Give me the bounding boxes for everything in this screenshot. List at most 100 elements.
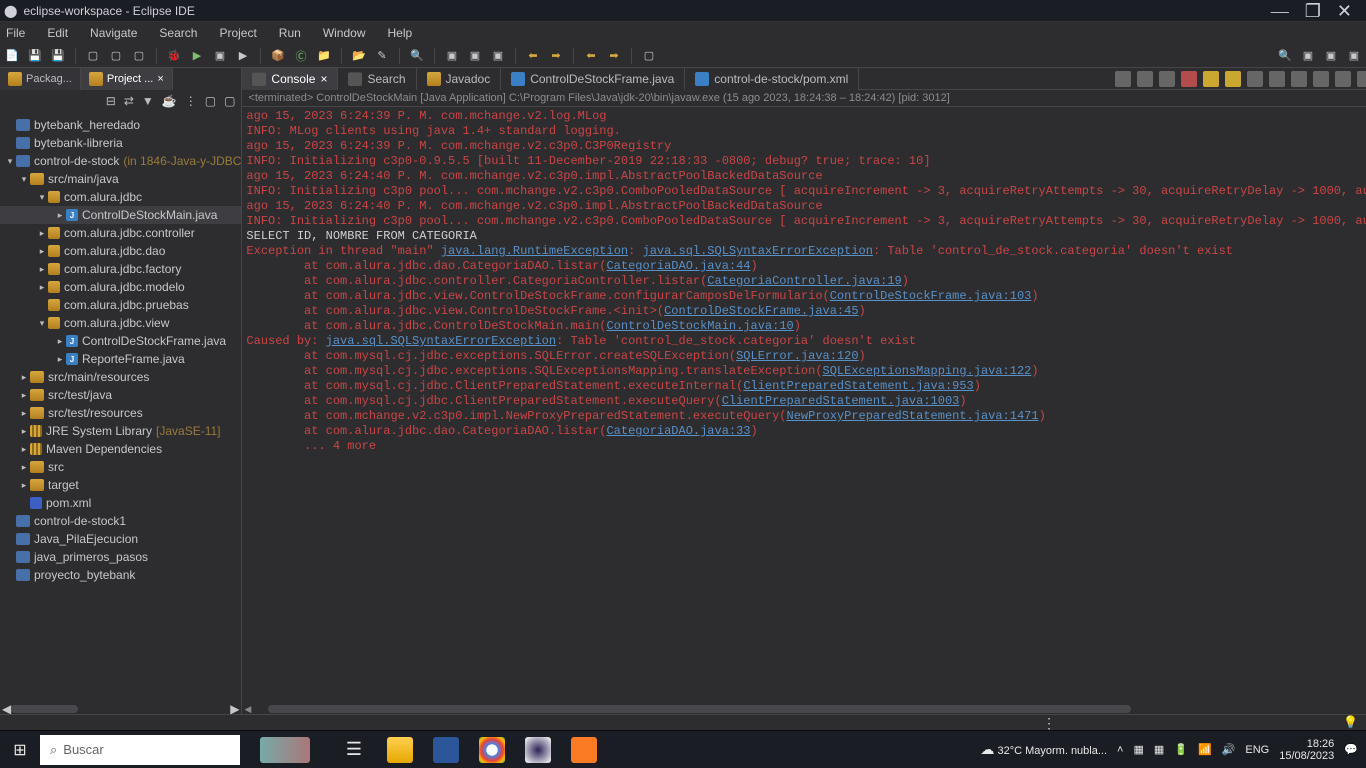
source-folder[interactable]: ▸src/test/java (0, 386, 241, 404)
status-dots-icon[interactable]: ⋮ (1042, 715, 1056, 732)
tab-search[interactable]: Search (338, 68, 416, 90)
open-task-icon[interactable]: ✎ (374, 48, 390, 64)
toggle-icon[interactable]: ▣ (444, 48, 460, 64)
ext-run-icon[interactable]: ▶ (235, 48, 251, 64)
display-icon[interactable] (1137, 71, 1153, 87)
tree-scrollbar[interactable]: ◀▶ (0, 704, 241, 714)
new-icon[interactable]: 📄 (4, 48, 20, 64)
chrome-icon[interactable] (470, 735, 514, 765)
start-button[interactable]: ⊞ (0, 740, 40, 760)
toggle-icon[interactable]: ▣ (490, 48, 506, 64)
new-console-icon[interactable] (1313, 71, 1329, 87)
close-icon[interactable]: × (157, 73, 163, 85)
menu-navigate[interactable]: Navigate (90, 26, 137, 40)
project-node[interactable]: control-de-stock1 (0, 512, 241, 530)
minimize-view-icon[interactable]: ▢ (224, 94, 235, 108)
exception-link[interactable]: java.sql.SQLSyntaxErrorException (326, 334, 556, 348)
persp-java-icon[interactable]: ▣ (1300, 48, 1316, 64)
package-node[interactable]: ▸com.alura.jdbc.controller (0, 224, 241, 242)
wifi-icon[interactable]: 📶 (1198, 743, 1212, 756)
maximize-icon[interactable] (1357, 71, 1366, 87)
tips-icon[interactable]: 💡 (1343, 715, 1358, 729)
tab-project-explorer[interactable]: Project ... × (81, 68, 173, 90)
tab-package-explorer[interactable]: Packag... (0, 68, 81, 90)
search-icon[interactable]: 🔍 (409, 48, 425, 64)
weather-widget[interactable]: ☁ 32°C Mayorm. nubla... (980, 741, 1107, 758)
project-tree[interactable]: bytebank_heredado bytebank-libreria ▾con… (0, 112, 241, 704)
exception-link[interactable]: java.sql.SQLSyntaxErrorException (643, 244, 873, 258)
xampp-icon[interactable] (562, 735, 606, 765)
taskview-icon[interactable] (240, 735, 330, 765)
library-node[interactable]: ▸JRE System Library[JavaSE-11] (0, 422, 241, 440)
source-folder[interactable]: ▾src/main/java (0, 170, 241, 188)
package-node[interactable]: ▸com.alura.jdbc.factory (0, 260, 241, 278)
open-console-icon[interactable] (1291, 71, 1307, 87)
folder-node[interactable]: ▸src (0, 458, 241, 476)
debug-icon[interactable]: 🐞 (166, 48, 182, 64)
new-pkg-icon[interactable]: 📦 (270, 48, 286, 64)
tool-icon[interactable]: ▢ (108, 48, 124, 64)
project-node[interactable]: proyecto_bytebank (0, 566, 241, 584)
project-node[interactable]: bytebank-libreria (0, 134, 241, 152)
tab-close-icon[interactable]: × (320, 72, 327, 86)
java-file-node[interactable]: ▸ControlDeStockMain.java (0, 206, 241, 224)
maximize-view-icon[interactable]: ▢ (205, 94, 216, 108)
pin-icon[interactable] (1115, 71, 1131, 87)
menu-run[interactable]: Run (279, 26, 301, 40)
maximize-button[interactable]: ❐ (1305, 4, 1321, 18)
source-link[interactable]: CategoriaController.java:19 (707, 274, 901, 288)
remove-launch-icon[interactable] (1203, 71, 1219, 87)
task-view-button[interactable]: ☰ (332, 735, 376, 765)
source-link[interactable]: CategoriaDAO.java:33 (606, 424, 750, 438)
run-icon[interactable]: ▶ (189, 48, 205, 64)
forward-icon[interactable]: ➡ (548, 48, 564, 64)
toggle-icon[interactable]: ▣ (467, 48, 483, 64)
tab-file[interactable]: ControlDeStockFrame.java (501, 68, 685, 90)
link-editor-icon[interactable]: ⇄ (124, 94, 134, 108)
source-link[interactable]: SQLError.java:120 (736, 349, 858, 363)
open-persp-icon[interactable]: ▣ (1346, 48, 1362, 64)
menu-project[interactable]: Project (219, 26, 256, 40)
package-node[interactable]: ▾com.alura.jdbc.view (0, 314, 241, 332)
language-indicator[interactable]: ENG (1245, 744, 1269, 756)
new-class-icon[interactable]: Ⓒ (293, 48, 309, 64)
menu-search[interactable]: Search (159, 26, 197, 40)
scroll-lock-icon[interactable] (1159, 71, 1175, 87)
cup-icon[interactable]: ☕ (162, 94, 177, 108)
tray-icon[interactable]: ▦ (1154, 743, 1164, 756)
eclipse-icon[interactable] (516, 735, 560, 765)
source-folder[interactable]: ▸src/main/resources (0, 368, 241, 386)
clock[interactable]: 18:2615/08/2023 (1279, 738, 1334, 762)
back-icon[interactable]: ⬅ (525, 48, 541, 64)
tab-javadoc[interactable]: Javadoc (417, 68, 502, 90)
source-link[interactable]: ClientPreparedStatement.java:1003 (722, 394, 960, 408)
source-link[interactable]: ControlDeStockMain.java:10 (606, 319, 793, 333)
menu-edit[interactable]: Edit (47, 26, 68, 40)
project-node[interactable]: ▾control-de-stock(in 1846-Java-y-JDBC (0, 152, 241, 170)
project-node[interactable]: Java_PilaEjecucion (0, 530, 241, 548)
exception-link[interactable]: java.lang.RuntimeException (441, 244, 628, 258)
package-node[interactable]: ▸com.alura.jdbc.modelo (0, 278, 241, 296)
save-all-icon[interactable]: 💾 (50, 48, 66, 64)
taskbar-search[interactable]: ⌕ Buscar (40, 735, 240, 765)
console-scrollbar[interactable]: ◀▶ (242, 704, 1366, 714)
clear-icon[interactable] (1247, 71, 1263, 87)
tray-chevron-icon[interactable]: ˄ (1117, 744, 1123, 756)
source-folder[interactable]: ▸src/test/resources (0, 404, 241, 422)
box-icon[interactable]: ▢ (641, 48, 657, 64)
wrap-icon[interactable] (1269, 71, 1285, 87)
tab-console[interactable]: Console × (242, 68, 338, 90)
java-file-node[interactable]: ▸ControlDeStockFrame.java (0, 332, 241, 350)
source-link[interactable]: ControlDeStockFrame.java:45 (664, 304, 858, 318)
java-file-node[interactable]: ▸ReporteFrame.java (0, 350, 241, 368)
source-link[interactable]: CategoriaDAO.java:44 (606, 259, 750, 273)
new-folder-icon[interactable]: 📁 (316, 48, 332, 64)
console-output[interactable]: ago 15, 2023 6:24:39 P. M. com.mchange.v… (242, 106, 1366, 704)
source-link[interactable]: ControlDeStockFrame.java:103 (830, 289, 1032, 303)
tool-icon[interactable]: ▢ (131, 48, 147, 64)
package-node[interactable]: com.alura.jdbc.pruebas (0, 296, 241, 314)
package-node[interactable]: ▾com.alura.jdbc (0, 188, 241, 206)
open-type-icon[interactable]: 📂 (351, 48, 367, 64)
filter-icon[interactable]: ▼ (142, 94, 154, 108)
folder-node[interactable]: ▸target (0, 476, 241, 494)
